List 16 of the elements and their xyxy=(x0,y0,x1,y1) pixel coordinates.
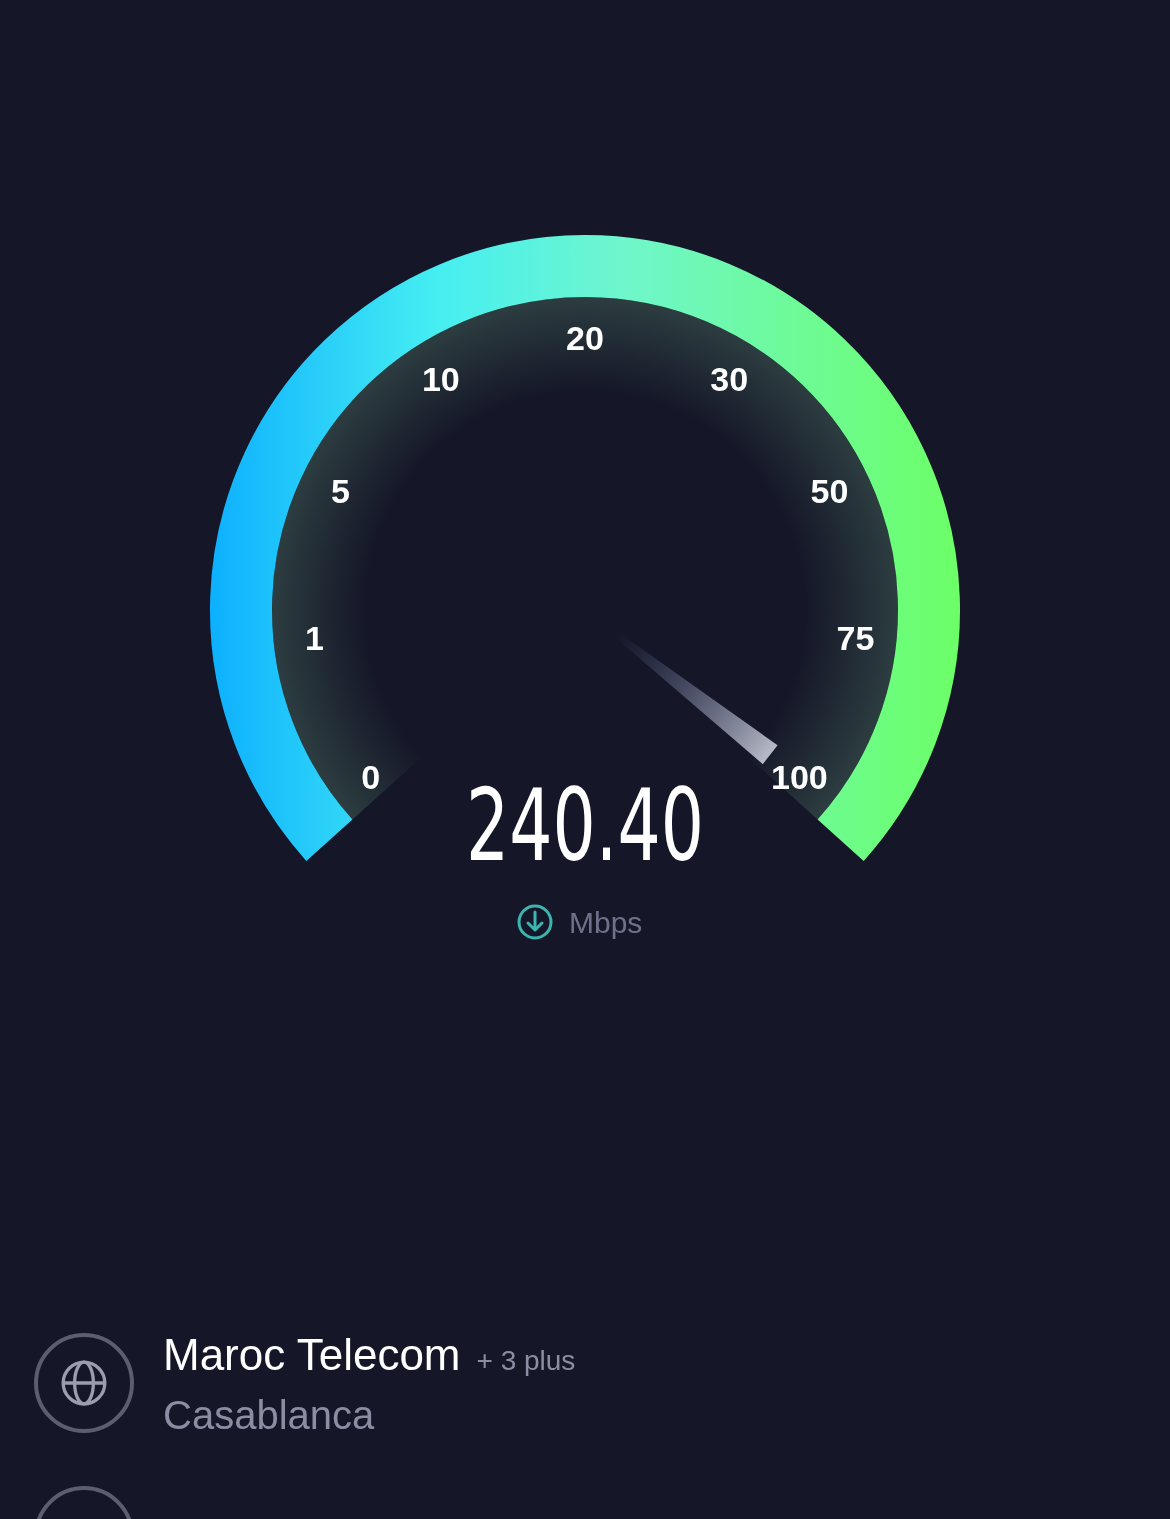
scale-label: 100 xyxy=(770,758,828,797)
provider-name: Maroc Telecom xyxy=(163,1329,461,1381)
scale-label: 20 xyxy=(566,319,604,357)
download-icon xyxy=(517,904,553,940)
provider-icon xyxy=(34,1333,134,1433)
scale-label: 75 xyxy=(836,619,875,658)
speed-value: 240.40 xyxy=(466,767,704,884)
scale-label: 30 xyxy=(710,360,749,399)
scale-label: 1 xyxy=(305,619,324,658)
provider-extra: + 3 plus xyxy=(476,1344,576,1378)
scale-label: 5 xyxy=(331,471,350,510)
scale-label: 10 xyxy=(421,360,460,399)
scale-label: 0 xyxy=(361,758,381,797)
scale-label: 50 xyxy=(810,471,849,510)
provider-location: Casablanca xyxy=(163,1392,376,1439)
unit-label: Mbps xyxy=(569,906,643,939)
